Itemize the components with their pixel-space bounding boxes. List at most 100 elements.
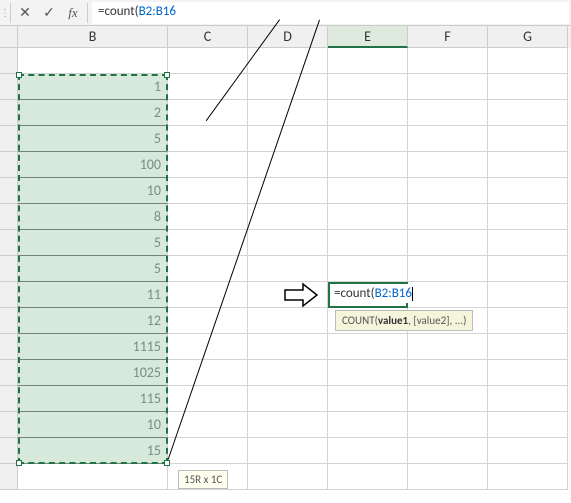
cell-C5[interactable] [168,152,248,178]
cell-D5[interactable] [248,152,328,178]
cell-F13[interactable] [408,360,488,386]
cell-formula-display[interactable]: =count(B2:B16 [330,284,440,303]
cell-C10[interactable] [168,282,248,308]
cell-G5[interactable] [488,152,568,178]
cell-D2[interactable] [248,74,328,100]
cell-B3[interactable]: 2 [18,100,168,126]
cell-F6[interactable] [408,178,488,204]
cell-D9[interactable] [248,256,328,282]
cell-B8[interactable]: 5 [18,230,168,256]
cell-E17[interactable] [328,464,408,490]
cell-B17[interactable] [18,464,168,490]
cell-G13[interactable] [488,360,568,386]
cell-F12[interactable] [408,334,488,360]
cell-C8[interactable] [168,230,248,256]
cell-G7[interactable] [488,204,568,230]
cell-F7[interactable] [408,204,488,230]
cell-D4[interactable] [248,126,328,152]
cell-F1[interactable] [408,48,488,74]
cell-B6[interactable]: 10 [18,178,168,204]
cell-B16[interactable]: 15 [18,438,168,464]
cell-F9[interactable] [408,256,488,282]
cell-B9[interactable]: 5 [18,256,168,282]
column-header-B[interactable]: B [18,26,168,48]
cell-E16[interactable] [328,438,408,464]
cell-E13[interactable] [328,360,408,386]
cell-C14[interactable] [168,386,248,412]
column-header-E[interactable]: E [328,26,408,48]
cell-D17[interactable] [248,464,328,490]
cell-D15[interactable] [248,412,328,438]
cell-C11[interactable] [168,308,248,334]
cell-G11[interactable] [488,308,568,334]
cell-C3[interactable] [168,100,248,126]
cell-B7[interactable]: 8 [18,204,168,230]
cell-F5[interactable] [408,152,488,178]
cell-D7[interactable] [248,204,328,230]
cell-E4[interactable] [328,126,408,152]
column-header-F[interactable]: F [408,26,488,48]
cell-D13[interactable] [248,360,328,386]
cell-B13[interactable]: 1025 [18,360,168,386]
cell-G4[interactable] [488,126,568,152]
cell-E2[interactable] [328,74,408,100]
cell-F16[interactable] [408,438,488,464]
cell-E15[interactable] [328,412,408,438]
cell-B5[interactable]: 100 [18,152,168,178]
cancel-button[interactable]: ✕ [13,1,37,25]
cell-G6[interactable] [488,178,568,204]
cell-B2[interactable]: 1 [18,74,168,100]
cell-D12[interactable] [248,334,328,360]
cell-C4[interactable] [168,126,248,152]
cell-F2[interactable] [408,74,488,100]
cell-G8[interactable] [488,230,568,256]
cell-B4[interactable]: 5 [18,126,168,152]
cell-D14[interactable] [248,386,328,412]
cell-C7[interactable] [168,204,248,230]
column-header-G[interactable]: G [488,26,568,48]
cell-B15[interactable]: 10 [18,412,168,438]
cell-D8[interactable] [248,230,328,256]
cell-D16[interactable] [248,438,328,464]
cell-F15[interactable] [408,412,488,438]
cell-E7[interactable] [328,204,408,230]
cell-E1[interactable] [328,48,408,74]
cell-F17[interactable] [408,464,488,490]
cell-B10[interactable]: 11 [18,282,168,308]
cell-G1[interactable] [488,48,568,74]
cell-C12[interactable] [168,334,248,360]
cell-G14[interactable] [488,386,568,412]
cell-C1[interactable] [168,48,248,74]
cell-C13[interactable] [168,360,248,386]
cell-B12[interactable]: 1115 [18,334,168,360]
cell-G10[interactable] [488,282,568,308]
insert-function-button[interactable]: fx [61,1,85,25]
cell-B11[interactable]: 12 [18,308,168,334]
cell-G2[interactable] [488,74,568,100]
cell-G12[interactable] [488,334,568,360]
cell-G3[interactable] [488,100,568,126]
cell-E12[interactable] [328,334,408,360]
cell-E3[interactable] [328,100,408,126]
cell-G15[interactable] [488,412,568,438]
cell-B1[interactable] [18,48,168,74]
cell-G16[interactable] [488,438,568,464]
cell-F8[interactable] [408,230,488,256]
cell-D3[interactable] [248,100,328,126]
cell-B14[interactable]: 115 [18,386,168,412]
cell-G9[interactable] [488,256,568,282]
cell-E5[interactable] [328,152,408,178]
cell-C16[interactable] [168,438,248,464]
cell-E6[interactable] [328,178,408,204]
cell-D1[interactable] [248,48,328,74]
cell-E8[interactable] [328,230,408,256]
cell-E9[interactable] [328,256,408,282]
cell-E14[interactable] [328,386,408,412]
cell-C6[interactable] [168,178,248,204]
cell-F4[interactable] [408,126,488,152]
cell-F3[interactable] [408,100,488,126]
cell-F14[interactable] [408,386,488,412]
column-header-C[interactable]: C [168,26,248,48]
cell-G17[interactable] [488,464,568,490]
confirm-button[interactable]: ✓ [37,1,61,25]
